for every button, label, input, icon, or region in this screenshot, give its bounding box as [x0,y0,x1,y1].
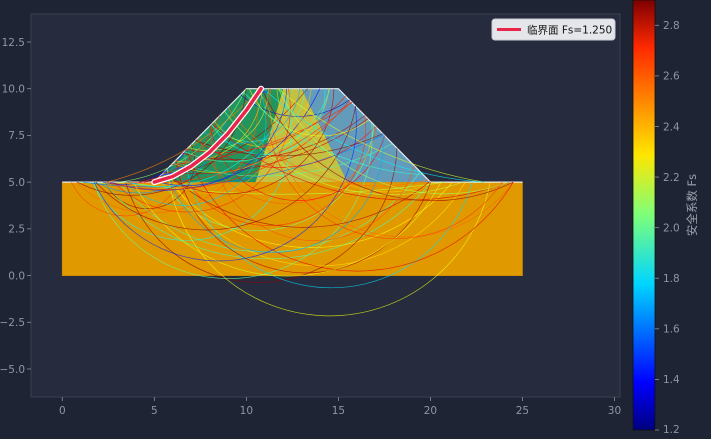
x-axis: 0 5 10 15 20 25 30 [59,397,621,417]
y-tick-label: 10.0 [2,84,25,96]
colorbar-label: 安全系数 Fs [685,174,699,236]
colorbar-tick-label: 2.0 [663,222,680,234]
colorbar-tick-label: 1.6 [663,324,680,336]
colorbar-tick-label: 2.8 [663,20,680,32]
x-tick-label: 10 [240,405,253,417]
colorbar-gradient [632,0,656,431]
x-tick-label: 5 [151,405,158,417]
chart-figure: 0 5 10 15 20 25 30 −5.0 −2.5 0.0 2.5 5.0 7.5 10.0 12.… [0,0,711,436]
y-tick-label: −2.5 [0,317,25,329]
y-tick-label: −5.0 [0,364,25,376]
colorbar-tick-label: 1.4 [663,374,680,386]
x-tick-label: 15 [332,405,345,417]
y-tick-label: 2.5 [8,224,25,236]
x-tick-label: 0 [59,405,66,417]
legend: 临界面 Fs=1.250 [491,18,616,41]
y-tick-label: 12.5 [2,37,25,49]
slope-stability-chart: 0 5 10 15 20 25 30 −5.0 −2.5 0.0 2.5 5.0 7.5 10.0 12.… [0,0,699,436]
colorbar-tick-label: 2.2 [663,172,680,184]
y-tick-label: 5.0 [8,177,25,189]
colorbar-ticks: 1.2 1.4 1.6 1.8 2.0 2.2 2.4 2.6 2.8 [655,20,680,436]
y-axis: −5.0 −2.5 0.0 2.5 5.0 7.5 10.0 12.5 [0,37,31,376]
x-tick-label: 30 [608,405,621,417]
x-tick-label: 25 [516,405,529,417]
colorbar-tick-label: 2.4 [663,121,680,133]
colorbar: 1.2 1.4 1.6 1.8 2.0 2.2 2.4 2.6 2.8 安全系数 Fs [632,0,699,436]
colorbar-tick-label: 1.8 [663,273,680,285]
x-tick-label: 20 [424,405,437,417]
y-tick-label: 0.0 [8,270,25,282]
colorbar-tick-label: 2.6 [663,71,680,83]
y-tick-label: 7.5 [8,130,25,142]
colorbar-tick-label: 1.2 [663,424,680,435]
legend-label: 临界面 Fs=1.250 [527,24,612,37]
